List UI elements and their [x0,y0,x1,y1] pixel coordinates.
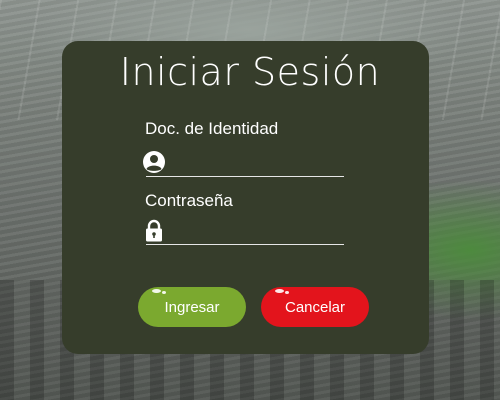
id-input[interactable] [176,152,336,174]
button-highlight [162,291,166,294]
submit-button-label: Ingresar [164,298,220,316]
cancel-button-label: Cancelar [284,298,346,316]
button-highlight [275,289,284,293]
password-input[interactable] [176,220,336,242]
user-icon [142,150,166,174]
lock-icon [142,218,166,242]
id-label: Doc. de Identidad [145,119,279,138]
page-title: Iniciar Sesión [119,50,381,94]
id-field[interactable] [143,148,344,177]
submit-button[interactable]: Ingresar [138,287,246,327]
button-highlight [152,289,161,293]
button-highlight [285,291,289,294]
password-field[interactable] [146,216,344,245]
password-label: Contraseña [145,191,233,210]
cancel-button[interactable]: Cancelar [261,287,369,327]
